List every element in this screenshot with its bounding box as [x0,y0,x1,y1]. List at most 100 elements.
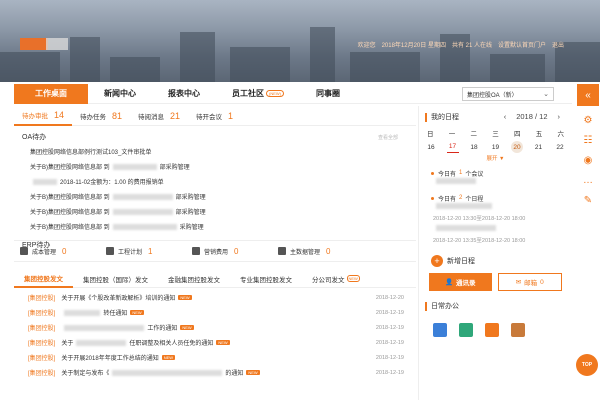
mail-icon: ✉ [515,279,522,286]
news-date: 2018-12-19 [375,354,404,361]
list-item[interactable]: 关于B)集团控股网络信息部 到 部采购管理 [14,189,416,204]
weekday-row: 日 一 二 三 四 五 六 [419,128,572,140]
app-icon[interactable]: ☷ [582,134,594,146]
chat-icon[interactable]: … [582,174,594,186]
news-title: 关于开展2018年年度工作总结的通知 [61,356,159,362]
today-label: 今日有 [438,196,457,203]
org-select[interactable]: 集团控股OA（新） ⌄ [462,87,554,101]
document-app-icon[interactable] [511,323,525,337]
nav-colleagues[interactable]: 同事圈 [300,84,356,104]
left-panel: 待办审批 14 待办任务 81 待阅消息 21 待开会议 1 OA待办 查看全部 集团控… [14,106,416,400]
calendar-day[interactable]: 16 [425,141,437,153]
nav-community[interactable]: 员工社区 (NEW) [216,84,300,104]
chevron-left-icon[interactable]: ‹ [504,112,507,121]
calendar-day[interactable]: 19 [490,141,502,153]
module-bar: 成本管理 0 工程计划 1 营销费用 0 主数据管理 0 [14,240,416,262]
table-row[interactable]: [集团控股] 工作的通知 NEW 2018-12-19 [14,320,416,335]
android-icon[interactable]: ◉ [582,154,594,166]
oa-item-text: 关于B)集团控股网络信息部 到 [30,210,110,216]
tab-pending-tasks[interactable]: 待办任务 81 [72,106,130,126]
mail-button[interactable]: ✉ 邮箱 0 [497,273,562,291]
logout-link[interactable]: 退出 [552,40,564,49]
oa-section-title: OA待办 查看全部 [14,126,416,144]
contacts-app-icon[interactable] [459,323,473,337]
list-item[interactable]: 2018-11-02金额为：1.00 的费用报销单 [14,174,416,189]
redacted-row [419,203,572,214]
tab-branch-docs[interactable]: 分公司发文 NEW [302,270,370,288]
table-row[interactable]: [集团控股] 关于制定与发布《 的通知 NEW 2018-12-19 [14,365,416,380]
tool-icon[interactable]: ⚙ [582,114,594,126]
contacts-icon: 👤 [444,279,454,286]
new-schedule-button[interactable]: + 新增日程 [419,247,572,269]
news-tag: [集团控股] [28,326,56,332]
table-row[interactable]: [集团控股] 转任通知 NEW 2018-12-19 [14,305,416,320]
view-all-link[interactable]: 查看全部 [378,134,398,141]
news-tag: [集团控股] [28,371,56,377]
oa-item-suffix: 部采购管理 [175,195,206,201]
calendar-app-icon[interactable] [433,323,447,337]
chevron-right-icon[interactable]: › [558,112,561,121]
redacted [112,163,157,170]
tab-pro-docs[interactable]: 专业集团控股发文 [230,270,302,288]
quick-buttons: 👤 通讯录 ✉ 邮箱 0 [419,269,572,295]
back-to-top-button[interactable]: TOP [576,354,598,376]
calendar-day[interactable]: 18 [468,141,480,153]
table-row[interactable]: [集团控股] 关于开展《个股改革新政解析》培训的通知 NEW 2018-12-20 [14,290,416,305]
news-title-suffix: 任职调整及相关人员任免的通知 [129,341,214,347]
tab-finance-docs[interactable]: 金融集团控股发文 [158,270,230,288]
nav-news-center[interactable]: 新闻中心 [88,84,152,104]
accent-bar [425,112,427,122]
current-date: 2018年12月20日 星期四 [381,43,446,49]
oa-item-suffix: 部采购管理 [159,165,190,171]
notify-app-icon[interactable] [485,323,499,337]
edit-icon[interactable]: ✎ [582,194,594,206]
calendar-day[interactable]: 21 [533,141,545,153]
list-item[interactable]: 关于B)集团控股网络信息部 到 采购管理 [14,219,416,234]
calendar-day[interactable]: 22 [554,141,566,153]
nav-work-desktop[interactable]: 工作桌面 [14,83,88,104]
nav-new-badge: (NEW) [266,90,284,97]
today-schedules[interactable]: 今日有 2 个日程 [419,189,572,203]
expand-calendar[interactable]: 展开 ▼ [419,154,572,164]
news-title: 转任通知 [103,311,128,317]
nav-report-center[interactable]: 报表中心 [152,84,216,104]
list-item[interactable]: 关于B)集团控股网络信息部 到 部采购管理 [14,204,416,219]
todo-tabs: 待办审批 14 待办任务 81 待阅消息 21 待开会议 1 [14,106,416,126]
table-row[interactable]: [集团控股] 关于开展2018年年度工作总结的通知 NEW 2018-12-19 [14,350,416,365]
module-label: 主数据管理 [290,249,321,256]
module-marketing[interactable]: 营销费用 0 [186,247,272,256]
list-item[interactable]: 集团控股网络信息部例行测试103_文件审批单 [14,144,416,159]
news-tag: [集团控股] [28,296,56,302]
bullet-icon [431,196,434,200]
module-masterdata[interactable]: 主数据管理 0 [272,247,358,256]
tab-label: 待开会议 [196,113,223,121]
list-item[interactable]: 关于B)集团控股网络信息部 到 部采购管理 [14,159,416,174]
plus-icon: + [431,255,443,267]
calendar-day[interactable]: 17 [446,141,459,153]
contacts-button[interactable]: 👤 通讯录 [429,273,492,291]
news-title: 关于 [61,341,74,347]
news-date: 2018-12-19 [375,324,404,331]
table-row[interactable]: [集团控股] 关于 任职调整及相关人员任免的通知 NEW 2018-12-19 [14,335,416,350]
module-cost[interactable]: 成本管理 0 [14,247,100,256]
online-count: 共有 21 人在线 [451,43,492,49]
tab-pending-meetings[interactable]: 待开会议 1 [188,106,241,126]
oa-item-text: 2018-11-02金额为：1.00 的费用报销单 [60,180,164,186]
module-project[interactable]: 工程计划 1 [100,247,186,256]
tab-pending-approval[interactable]: 待办审批 14 [14,106,73,126]
today-unit: 个日程 [465,196,484,203]
tab-intl-docs[interactable]: 集团控股（国际）发文 [73,270,158,288]
collapse-icon[interactable]: « [577,84,599,106]
new-schedule-label: 新增日程 [447,258,475,265]
calendar-day-today[interactable]: 20 [511,141,523,153]
tab-group-docs[interactable]: 集团控股发文 [14,270,73,288]
month-nav: ‹ 2018 / 12 › [504,112,560,121]
today-meetings[interactable]: 今日有 1 个会议 [419,164,572,178]
schedule-title: 我的日程 [431,114,459,121]
schedule-header: 我的日程 ‹ 2018 / 12 › [419,106,572,128]
weekday: 日 [427,131,434,138]
module-count: 0 [326,246,331,256]
header-banner: 欢迎您 2018年12月20日 星期四 共有 21 人在线 设置默认首页门户 退… [0,0,600,82]
tab-unread-messages[interactable]: 待阅消息 21 [130,106,188,126]
set-home-link[interactable]: 设置默认首页门户 [498,40,546,49]
